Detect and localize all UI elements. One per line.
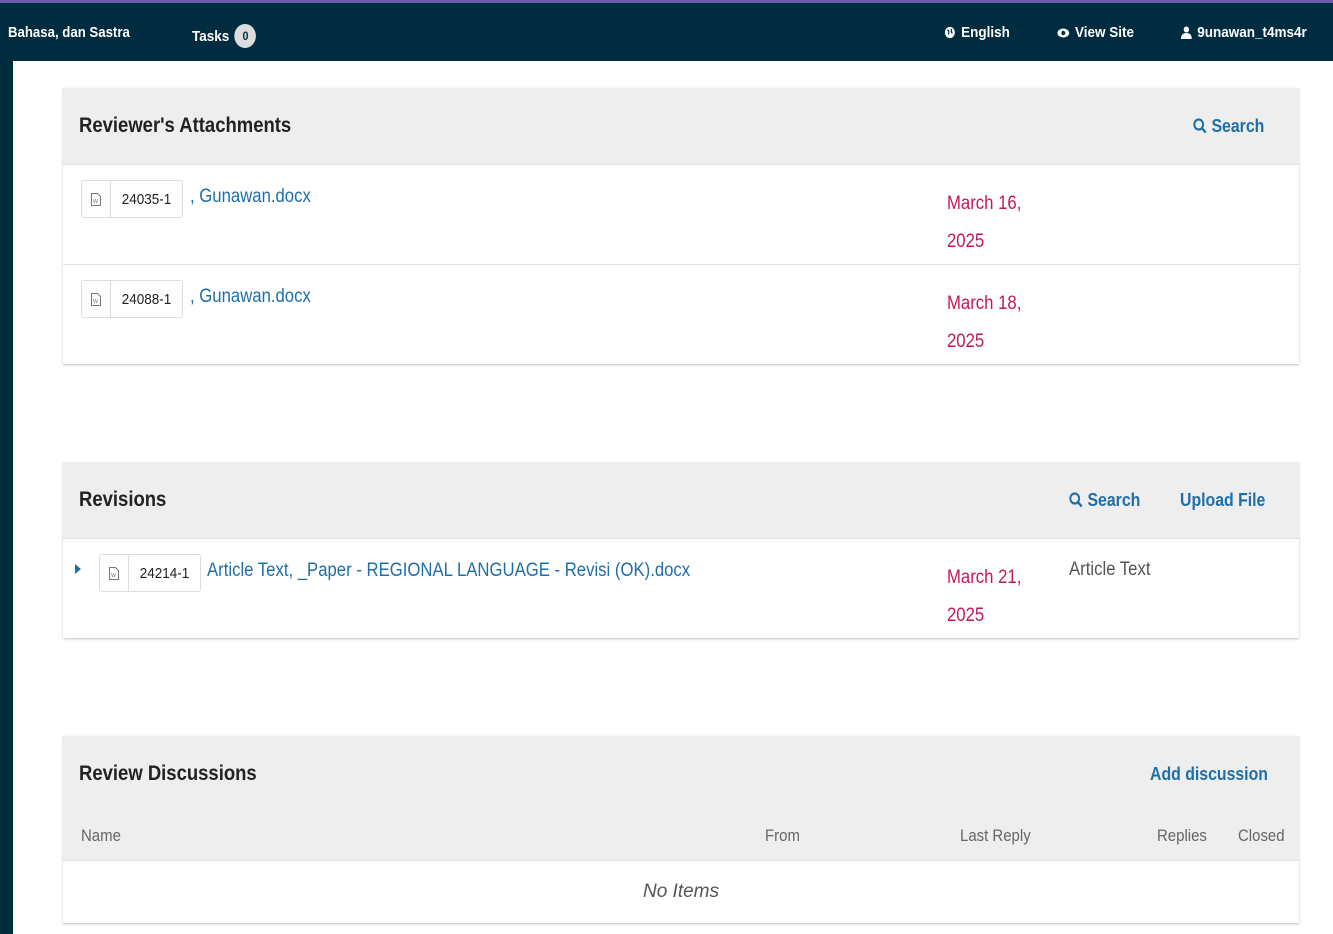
- document-icon: W: [82, 281, 111, 317]
- eye-icon: [1057, 28, 1070, 37]
- document-icon: W: [100, 555, 129, 591]
- svg-text:W: W: [111, 573, 116, 579]
- panel-title: Review Discussions: [79, 762, 257, 785]
- view-site-link[interactable]: View Site: [1057, 24, 1134, 41]
- file-id: 24214-1: [139, 564, 190, 582]
- panel-title: Revisions: [79, 488, 167, 511]
- file-id-box: W 24088-1: [81, 280, 184, 318]
- file-link[interactable]: Article Text, _Paper - REGIONAL LANGUAGE…: [207, 560, 690, 582]
- tasks-count-badge: 0: [234, 24, 257, 48]
- file-link[interactable]: , Gunawan.docx: [190, 186, 311, 208]
- file-id: 24088-1: [121, 290, 172, 308]
- site-name[interactable]: Bahasa, dan Sastra: [8, 24, 130, 41]
- user-menu[interactable]: 9unawan_t4ms4r: [1181, 24, 1307, 41]
- review-discussions-panel: Review Discussions Add discussion Name F…: [63, 736, 1299, 923]
- left-edge-bar: [0, 61, 13, 934]
- revisions-panel: Revisions Search Upload File W 24214-1 A…: [63, 462, 1299, 638]
- language-menu[interactable]: English: [944, 24, 1010, 41]
- file-row: W 24088-1 , Gunawan.docx March 18, 2025: [63, 264, 1299, 364]
- expand-caret-icon[interactable]: [75, 564, 81, 574]
- file-id-box: W 24035-1: [81, 180, 184, 218]
- file-id-box: W 24214-1: [99, 554, 202, 592]
- file-type: Article Text: [1069, 559, 1151, 580]
- reviewer-attachments-panel: Reviewer's Attachments Search W 24035-1 …: [63, 88, 1299, 364]
- file-row: W 24214-1 Article Text, _Paper - REGIONA…: [63, 538, 1299, 638]
- column-last-reply: Last Reply: [960, 826, 1031, 845]
- document-icon: W: [82, 181, 111, 217]
- file-date: March 21, 2025: [947, 567, 1022, 626]
- panel-header: Review Discussions Add discussion Name F…: [63, 736, 1299, 860]
- revisions-search-button[interactable]: Search: [1069, 490, 1140, 511]
- column-name: Name: [81, 826, 121, 845]
- search-label: Search: [1087, 490, 1141, 510]
- svg-text:W: W: [93, 299, 98, 305]
- file-date: March 18, 2025: [947, 293, 1022, 352]
- username-label: 9unawan_t4ms4r: [1197, 24, 1307, 41]
- svg-text:W: W: [93, 199, 98, 205]
- globe-icon: [944, 26, 955, 39]
- empty-state: No Items: [63, 860, 1299, 923]
- column-from: From: [765, 826, 800, 845]
- column-closed: Closed: [1238, 826, 1285, 845]
- file-link[interactable]: , Gunawan.docx: [190, 286, 311, 308]
- search-icon: [1069, 492, 1083, 508]
- left-edge-gap: [13, 61, 25, 934]
- tasks-label: Tasks: [192, 27, 230, 45]
- panel-header: Revisions Search Upload File: [63, 462, 1299, 538]
- file-row: W 24035-1 , Gunawan.docx March 16, 2025: [63, 164, 1299, 264]
- language-label: English: [961, 24, 1010, 41]
- top-navbar: Bahasa, dan Sastra Tasks 0 English View …: [0, 0, 1333, 61]
- file-date: March 16, 2025: [947, 193, 1022, 252]
- panel-title: Reviewer's Attachments: [79, 114, 292, 137]
- column-replies: Replies: [1157, 826, 1207, 845]
- panel-header: Reviewer's Attachments Search: [63, 88, 1299, 164]
- view-site-label: View Site: [1075, 24, 1135, 41]
- search-label: Search: [1211, 116, 1265, 136]
- user-icon: [1181, 26, 1192, 39]
- tasks-button[interactable]: Tasks 0: [192, 24, 257, 48]
- add-discussion-button[interactable]: Add discussion: [1150, 764, 1268, 785]
- file-id: 24035-1: [121, 190, 172, 208]
- search-icon: [1193, 118, 1207, 134]
- attachments-search-button[interactable]: Search: [1193, 116, 1264, 137]
- upload-file-button[interactable]: Upload File: [1180, 490, 1265, 511]
